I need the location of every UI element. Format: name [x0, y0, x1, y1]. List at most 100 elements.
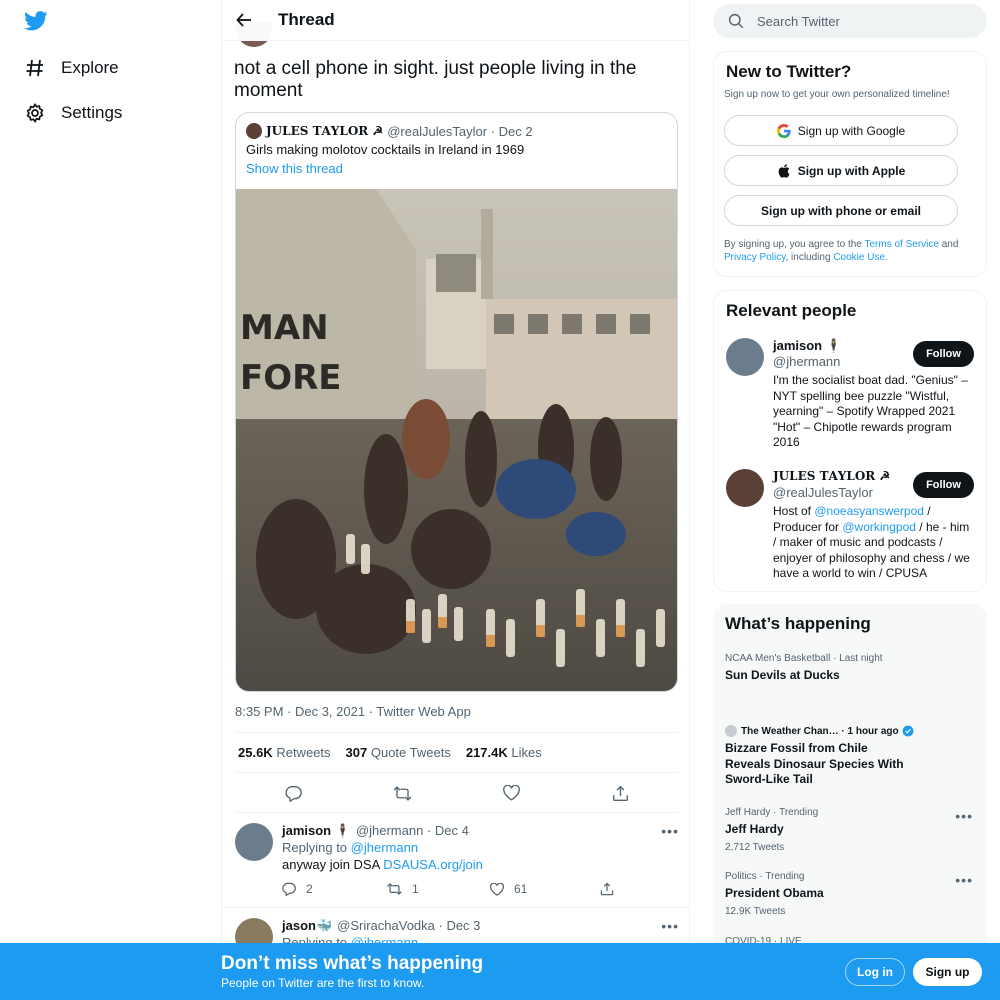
left-navigation: Explore Settings: [0, 0, 221, 1000]
terms-notice: By signing up, you agree to the Terms of…: [724, 238, 978, 264]
reply-author-handle: @jhermann · Dec 4: [355, 823, 469, 838]
log-in-button[interactable]: Log in: [845, 958, 905, 986]
terms-of-service-link[interactable]: Terms of Service: [864, 239, 938, 250]
person-handle: @jhermann: [773, 354, 841, 369]
sign-up-phone-email-button[interactable]: Sign up with phone or email: [724, 195, 958, 226]
reply-header: jamison 🕴 @jhermann · Dec 4: [282, 823, 469, 839]
privacy-policy-link[interactable]: Privacy Policy: [724, 252, 786, 263]
trend-title: Sun Devils at Ducks: [725, 668, 840, 682]
sign-up-button[interactable]: Sign up: [913, 958, 982, 986]
sign-up-google-button[interactable]: Sign up with Google: [724, 115, 958, 146]
more-options-icon[interactable]: •••: [955, 872, 973, 888]
share-icon[interactable]: [610, 783, 630, 803]
retweet-icon: [387, 883, 402, 895]
trend-title: Bizzare Fossil from Chile Reveals Dinosa…: [725, 741, 904, 787]
quoted-tweet[interactable]: 𝐉𝐔𝐋𝐄𝐒 𝐓𝐀𝐘𝐋𝐎𝐑 ☭ @realJulesTaylor · Dec 2 …: [235, 112, 678, 692]
follow-button[interactable]: Follow: [913, 472, 974, 498]
twitter-logo-icon[interactable]: [24, 10, 48, 34]
bio-link-workingpod[interactable]: @workingpod: [842, 520, 916, 534]
more-options-icon[interactable]: •••: [661, 823, 679, 839]
retweets-stat[interactable]: 25.6K Retweets: [238, 745, 331, 760]
nav-settings[interactable]: Settings: [24, 98, 122, 128]
trend-category: The Weather Chan… · 1 hour ago: [741, 725, 899, 737]
trend-item[interactable]: Jeff Hardy · Trending Jeff Hardy 2,712 T…: [725, 807, 975, 853]
search-input[interactable]: [757, 13, 957, 29]
thread-header: Thread: [222, 0, 689, 41]
bio-link-noeasyanswerpod[interactable]: @noeasyanswerpod: [814, 504, 924, 518]
trend-category: Politics · Trending: [725, 871, 805, 882]
likes-stat[interactable]: 217.4K Likes: [466, 745, 542, 760]
reply-icon[interactable]: [283, 783, 303, 803]
reply-retweet-button[interactable]: 1: [387, 882, 419, 896]
hashtag-icon: [24, 57, 46, 79]
sign-up-apple-label: Sign up with Apple: [797, 163, 906, 178]
person-handle: @realJulesTaylor: [773, 485, 873, 500]
trend-item[interactable]: The Weather Chan… · 1 hour ago Bizzare F…: [725, 725, 915, 788]
reply-author-name[interactable]: jason🐳: [282, 918, 332, 934]
trend-source-row: The Weather Chan… · 1 hour ago: [725, 725, 915, 737]
show-thread-link[interactable]: Show this thread: [246, 161, 343, 176]
like-icon: [490, 882, 504, 896]
reply-reply-button[interactable]: 2: [282, 882, 313, 896]
replying-to: Replying to @jhermann: [282, 840, 418, 855]
cookie-use-link[interactable]: Cookie Use.: [833, 252, 887, 263]
more-options-icon[interactable]: •••: [661, 918, 679, 934]
replying-to-handle[interactable]: @jhermann: [351, 840, 418, 855]
reply-like-button[interactable]: 61: [490, 882, 527, 896]
reply-link[interactable]: DSAUSA.org/join: [383, 857, 483, 872]
back-arrow-icon[interactable]: [234, 10, 254, 30]
more-options-icon[interactable]: •••: [955, 808, 973, 824]
person-name[interactable]: jamison 🕴: [773, 338, 842, 354]
like-count: 61: [514, 882, 528, 896]
person-bio: I'm the socialist boat dad. "Genius" – N…: [773, 373, 968, 450]
svg-text:FORE: FORE: [240, 358, 342, 398]
retweets-count: 25.6K: [238, 745, 273, 760]
tweet-stats: 25.6K Retweets 307 Quote Tweets 217.4K L…: [235, 732, 678, 773]
tweet-actions: [235, 773, 678, 813]
quoted-author-avatar: [246, 123, 262, 139]
signup-prompt-title: Don’t miss what’s happening: [221, 953, 484, 974]
trend-title: Jeff Hardy: [725, 822, 784, 836]
page-title: Thread: [278, 10, 335, 29]
sign-up-apple-button[interactable]: Sign up with Apple: [724, 155, 958, 186]
whats-happening-card: What’s happening NCAA Men's Basketball ·…: [713, 604, 987, 1000]
search-icon: [728, 13, 744, 29]
quoted-tweet-photo[interactable]: MAN FORE: [236, 189, 677, 691]
reply-share-button[interactable]: [600, 882, 614, 896]
trend-item[interactable]: Politics · Trending President Obama 12.9…: [725, 871, 975, 917]
reply-author-handle: @SrirachaVodka · Dec 3: [337, 918, 481, 933]
google-icon: [776, 123, 791, 138]
trend-item[interactable]: NCAA Men's Basketball · Last night Sun D…: [725, 653, 975, 684]
avatar[interactable]: [726, 469, 764, 507]
svg-text:MAN: MAN: [240, 308, 329, 348]
whats-happening-title: What’s happening: [725, 614, 871, 633]
relevant-people-card: Relevant people jamison 🕴 @jhermann Foll…: [713, 290, 987, 592]
trend-category: Jeff Hardy · Trending: [725, 807, 819, 818]
trend-count: 12.9K Tweets: [725, 905, 786, 917]
thread-column: Thread not a cell phone in sight. just p…: [221, 0, 690, 1000]
reply-header: jason🐳 @SrirachaVodka · Dec 3: [282, 918, 480, 934]
nav-explore[interactable]: Explore: [24, 53, 119, 83]
trend-title: President Obama: [725, 886, 824, 900]
reply-author-name[interactable]: jamison 🕴: [282, 823, 351, 839]
relevant-people-title: Relevant people: [726, 301, 857, 320]
new-to-twitter-subtitle: Sign up now to get your own personalized…: [724, 89, 950, 100]
reply-count: 2: [306, 882, 313, 896]
sign-up-phone-email-label: Sign up with phone or email: [760, 203, 921, 218]
reply-text: anyway join DSA DSAUSA.org/join: [282, 857, 483, 872]
avatar[interactable]: [726, 338, 764, 376]
quotes-count: 307: [345, 745, 368, 760]
reply-tweet[interactable]: jamison 🕴 @jhermann · Dec 4 ••• Replying…: [222, 813, 689, 908]
tweet-timestamp[interactable]: 8:35 PM · Dec 3, 2021 · Twitter Web App: [235, 704, 471, 719]
person-name[interactable]: 𝐉𝐔𝐋𝐄𝐒 𝐓𝐀𝐘𝐋𝐎𝐑 ☭: [773, 469, 890, 483]
like-icon[interactable]: [501, 783, 521, 803]
quotes-stat[interactable]: 307 Quote Tweets: [346, 745, 451, 760]
signup-prompt-bar: Don’t miss what’s happening People on Tw…: [0, 943, 1000, 1000]
retweet-icon[interactable]: [392, 783, 412, 803]
retweets-label: Retweets: [276, 745, 331, 760]
follow-button[interactable]: Follow: [913, 341, 974, 367]
retweet-count: 1: [412, 882, 419, 896]
new-to-twitter-title: New to Twitter?: [726, 62, 852, 81]
search-bar[interactable]: [713, 4, 987, 38]
avatar[interactable]: [235, 823, 273, 861]
